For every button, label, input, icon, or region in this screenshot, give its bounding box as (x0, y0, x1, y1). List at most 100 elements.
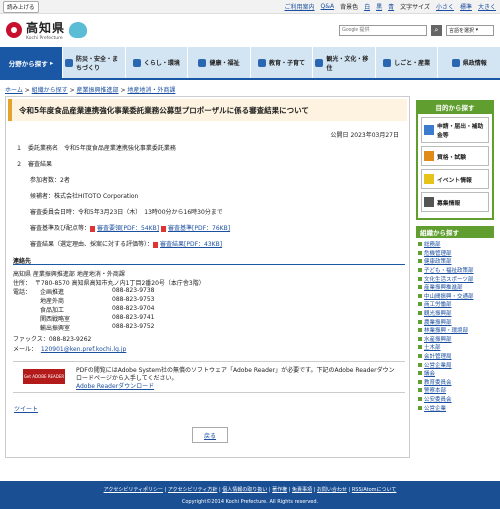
purpose-qualifications[interactable]: 資格・試験 (421, 146, 489, 166)
language-select[interactable]: 言語を選択 ▾ (446, 24, 494, 36)
bullet-icon (418, 250, 422, 255)
org-list-item[interactable]: 林業振興・環境部 (418, 326, 494, 335)
org-list-item[interactable]: 商工労働部 (418, 300, 494, 309)
breadcrumb-dept[interactable]: 産業振興推進部 (77, 87, 119, 94)
org-link[interactable]: 文化生活スポーツ部 (424, 275, 473, 283)
nav-health[interactable]: 健康・福祉 (187, 47, 250, 78)
search-button[interactable]: ⌕ (431, 24, 442, 36)
org-link[interactable]: 農業振興部 (424, 318, 452, 326)
results-link[interactable]: 審査結果[PDF：43KB] (160, 241, 222, 248)
org-link[interactable]: 教育委員会 (424, 378, 452, 386)
site-logo[interactable]: 高知県 Kochi Prefecture (6, 19, 88, 41)
bullet-icon (418, 276, 422, 281)
breadcrumb-home[interactable]: ホーム (5, 87, 23, 94)
org-list-item[interactable]: 公安委員会 (418, 395, 494, 404)
org-link[interactable]: 林業振興・環境部 (424, 326, 468, 334)
breadcrumb-org[interactable]: 組織から探す (32, 87, 68, 94)
org-link[interactable]: 中山間振興・交通部 (424, 292, 474, 300)
breadcrumb-section[interactable]: 地産地消・外商課 (127, 87, 175, 94)
text-large-link[interactable]: 大きく (478, 2, 496, 11)
bullet-icon (418, 396, 422, 401)
org-link[interactable]: 健康政策部 (424, 257, 452, 265)
org-list-item[interactable]: 観光振興部 (418, 309, 494, 318)
nav-education[interactable]: 教育・子育て (249, 47, 313, 78)
criteria-link-2[interactable]: 審査基準[PDF：76KB] (168, 225, 230, 232)
bullet-icon (418, 328, 422, 333)
bg-black-link[interactable]: 黒 (376, 2, 382, 11)
footer-link[interactable]: 著作権 (272, 487, 287, 493)
footer-link[interactable]: 免責事項 (292, 487, 312, 493)
org-list-item[interactable]: 文化生活スポーツ部 (418, 274, 494, 283)
site-footer: アクセシビリティポリシー | アクセシビリティ方針 | 個人情報の取り扱い | … (0, 481, 500, 509)
purpose-events[interactable]: イベント情報 (421, 169, 489, 189)
tweet-link[interactable]: ツイート (14, 404, 38, 413)
org-list-item[interactable]: 農業振興部 (418, 317, 494, 326)
footer-link[interactable]: RSS/Atomについて (352, 487, 397, 493)
org-link[interactable]: 産業振興推進部 (424, 283, 463, 291)
org-link[interactable]: 会計管理局 (424, 352, 452, 360)
adobe-reader-badge[interactable]: Get ADOBE READER (23, 369, 65, 384)
nav-tourism[interactable]: 観光・文化・移住 (312, 47, 375, 78)
nav-government[interactable]: 県政情報 (437, 47, 500, 78)
site-header: 高知県 Kochi Prefecture ⌕ 言語を選択 ▾ (0, 14, 500, 46)
criteria-link-1[interactable]: 審査要領[PDF：54KB] (97, 225, 159, 232)
org-link[interactable]: 公営企業局 (424, 361, 452, 369)
org-link[interactable]: 土木部 (424, 343, 441, 351)
back-button[interactable]: 戻る (192, 427, 228, 443)
org-list-item[interactable]: 土木部 (418, 343, 494, 352)
text-small-link[interactable]: 小さく (436, 2, 454, 11)
org-link[interactable]: 商工労働部 (424, 300, 452, 308)
bg-white-link[interactable]: 白 (364, 2, 370, 11)
org-link[interactable]: 公安委員会 (424, 395, 452, 403)
footer-link[interactable]: アクセシビリティポリシー (104, 487, 163, 493)
org-link[interactable]: 総務部 (424, 240, 441, 248)
bullet-icon (418, 362, 422, 367)
org-list-item[interactable]: 危機管理部 (418, 249, 494, 258)
org-list-item[interactable]: 健康政策部 (418, 257, 494, 266)
org-list-item[interactable]: 産業振興推進部 (418, 283, 494, 292)
org-list-item[interactable]: 教育委員会 (418, 378, 494, 387)
read-aloud-button[interactable]: 読み上げる (3, 0, 39, 13)
language-label: 言語を選択 (449, 27, 475, 34)
footer-link[interactable]: アクセシビリティ方針 (168, 487, 217, 493)
org-list-item[interactable]: 議会 (418, 369, 494, 378)
purpose-recruitment[interactable]: 募集情報 (421, 192, 489, 212)
mail-link[interactable]: 120901@ken.pref.kochi.lg.jp (41, 346, 126, 353)
org-list-item[interactable]: 警察本部 (418, 386, 494, 395)
org-link[interactable]: 水産振興部 (424, 335, 452, 343)
search-input[interactable] (339, 24, 427, 36)
item-1: １ 委託業務名 令和5年度食品産業連携強化事業委託業務 (16, 145, 176, 152)
org-list-item[interactable]: 公営企業局 (418, 360, 494, 369)
org-link[interactable]: 警察本部 (424, 386, 446, 394)
nav-disaster[interactable]: 防災・安全・まちづくり (62, 47, 125, 78)
purpose-heading: 目的から探す (416, 100, 494, 114)
org-list-item[interactable]: 水産振興部 (418, 335, 494, 344)
adobe-download-link[interactable]: Adobe Readerダウンロード (76, 383, 154, 390)
nav-category-search[interactable]: 分野から探す ▸ (0, 47, 62, 78)
adobe-text: PDFの閲覧にはAdobe System社の無償のソフトウェア「Adobe Re… (76, 367, 395, 382)
usage-guide-link[interactable]: ご利用案内 (285, 2, 315, 11)
bg-blue-link[interactable]: 青 (388, 2, 394, 11)
org-list-item[interactable]: 総務部 (418, 240, 494, 249)
purpose-applications[interactable]: 申請・届出・補助金等 (421, 117, 489, 143)
phone-number-1: 088-823-9753 (112, 296, 155, 303)
nav-work[interactable]: しごと・産業 (374, 47, 438, 78)
qa-link[interactable]: Q&A (321, 3, 335, 10)
purpose-label: 資格・試験 (437, 154, 466, 161)
text-standard-link[interactable]: 標準 (460, 2, 472, 11)
footer-link[interactable]: 個人情報の取り扱い (222, 487, 267, 493)
org-link[interactable]: 観光振興部 (424, 309, 452, 317)
org-list-item[interactable]: 公営企業 (418, 403, 494, 412)
footer-link[interactable]: お問い合わせ (317, 487, 347, 493)
org-link[interactable]: 危機管理部 (424, 249, 452, 257)
nav-living[interactable]: くらし・環境 (124, 47, 188, 78)
org-list-item[interactable]: 中山間振興・交通部 (418, 292, 494, 301)
criteria-label: 審査基準及び配点等： (30, 225, 91, 232)
org-link[interactable]: 公営企業 (424, 404, 446, 412)
org-list-item[interactable]: 会計管理局 (418, 352, 494, 361)
org-link[interactable]: 議会 (424, 369, 435, 377)
org-link[interactable]: 子ども・福祉政策部 (424, 266, 474, 274)
phone-name-3: 関西戦略室 (40, 316, 71, 323)
pdf-icon (161, 225, 166, 232)
org-list-item[interactable]: 子ども・福祉政策部 (418, 266, 494, 275)
